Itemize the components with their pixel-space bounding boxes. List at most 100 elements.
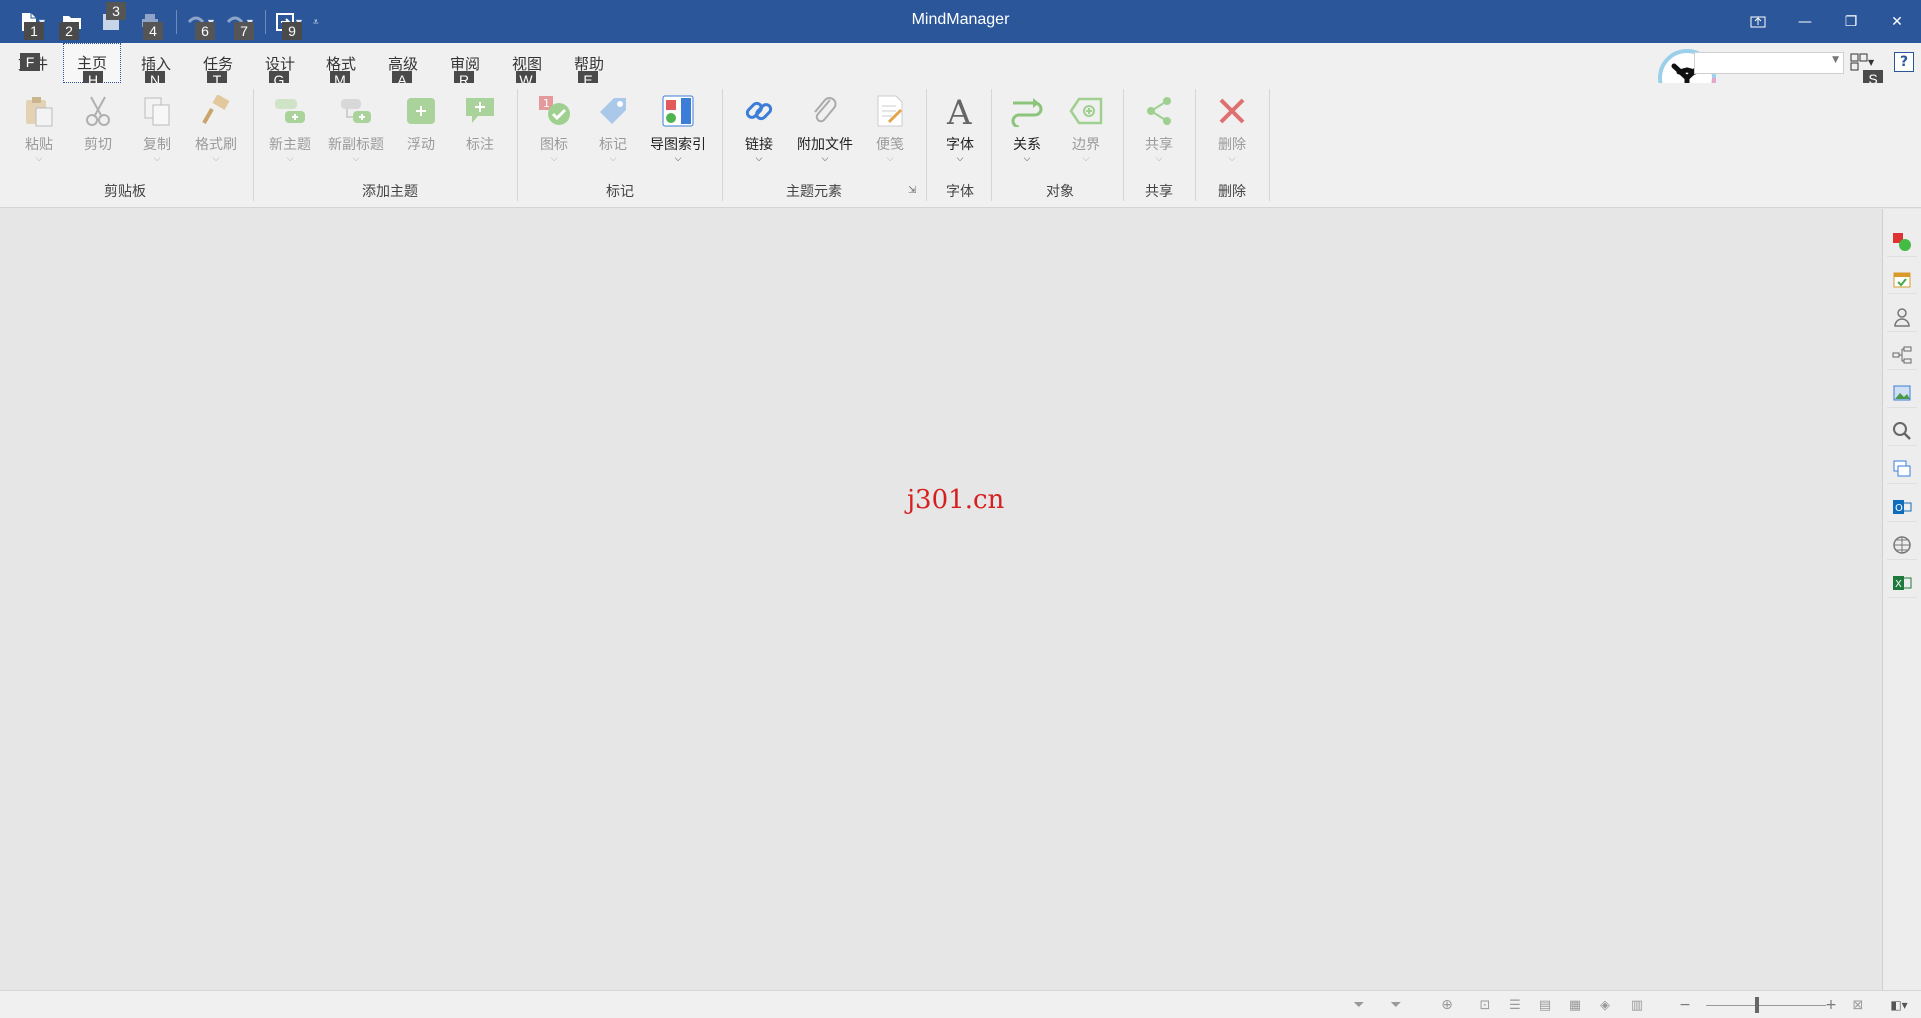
restore-button[interactable]: ❐	[1828, 0, 1874, 43]
group-label-delete: 删除	[1218, 184, 1246, 200]
new-subtopic-button[interactable]: 新副标题 ⌵	[326, 91, 386, 164]
open-button[interactable]: 2	[57, 8, 87, 40]
globe-icon	[1893, 535, 1911, 554]
slides-view-button[interactable]: ▥	[1627, 996, 1647, 1014]
print-button[interactable]: 4	[135, 8, 165, 40]
customize-qat-icon[interactable]: ⩡	[313, 17, 319, 28]
link-label: 链接	[745, 137, 773, 153]
filter-options-icon: ⏷	[1390, 997, 1402, 1013]
chevron-down-icon: ⌵	[352, 154, 360, 164]
callout-button[interactable]: 标注	[452, 91, 508, 154]
tag-view-button[interactable]: ◈	[1595, 996, 1615, 1014]
new-document-button[interactable]: ▼ 1	[18, 8, 48, 40]
fit-map-button[interactable]: ⊡	[1475, 996, 1495, 1014]
map-canvas[interactable]: j301.cn	[0, 209, 1882, 990]
excel-icon: X	[1893, 575, 1912, 590]
copy-button[interactable]: 复制 ⌵	[129, 91, 185, 164]
redo-button[interactable]: ▼ 7	[224, 8, 254, 40]
chevron-down-icon: ⌵	[153, 154, 161, 164]
group-label-topic-elements: 主题元素	[786, 184, 842, 200]
search-icon	[1893, 421, 1911, 440]
schedule-view-button[interactable]: ▦	[1565, 996, 1585, 1014]
paste-button[interactable]: 粘贴 ⌵	[11, 91, 67, 164]
map-index-icon	[662, 95, 694, 127]
task-pane-calendar-button[interactable]	[1887, 264, 1917, 294]
cut-button[interactable]: 剪切	[70, 91, 126, 154]
callout-icon	[466, 98, 494, 123]
icons-button[interactable]: 1 图标 ⌵	[526, 91, 582, 164]
gantt-view-button[interactable]: ▤	[1535, 996, 1555, 1014]
undo-button[interactable]: ▼ 6	[185, 8, 215, 40]
task-pane-markers-button[interactable]	[1887, 227, 1917, 257]
filter-button[interactable]: ⏷	[1349, 996, 1369, 1014]
paste-icon	[26, 97, 53, 127]
send-button[interactable]: ▼ 9	[274, 8, 304, 40]
zoom-in-button[interactable]: +	[1821, 996, 1841, 1014]
new-topic-button[interactable]: 新主题 ⌵	[262, 91, 318, 164]
chevron-down-icon: ⌵	[1228, 154, 1236, 164]
font-button[interactable]: A 字体 ⌵	[932, 91, 988, 164]
layout-options-button[interactable]: ▼ S	[1850, 52, 1883, 88]
task-pane-resources-button[interactable]	[1887, 302, 1917, 332]
zoom-out-button[interactable]: −	[1675, 996, 1695, 1014]
outline-view-button[interactable]: ☰	[1505, 996, 1525, 1014]
ribbon-tabs: 文件 主页 插入 任务 设计 格式 高级 审阅 视图 帮助 F H N T G …	[0, 43, 1921, 89]
close-button[interactable]: ✕	[1874, 0, 1920, 43]
group-separator	[991, 89, 992, 201]
notes-button[interactable]: 便笺 ⌵	[862, 91, 918, 164]
group-separator	[926, 89, 927, 201]
group-label-add-topic: 添加主题	[362, 184, 418, 200]
filter-options-button[interactable]: ⏷	[1386, 996, 1406, 1014]
ribbon-display-button[interactable]	[1735, 0, 1781, 43]
zoom-slider-thumb[interactable]	[1755, 997, 1759, 1013]
fit-page-icon: ⊠	[1852, 997, 1864, 1013]
chevron-down-icon: ▼	[1832, 55, 1839, 65]
tags-button[interactable]: 标记 ⌵	[585, 91, 641, 164]
restore-icon: ❐	[1844, 13, 1858, 30]
search-combo[interactable]: ▼	[1694, 52, 1844, 74]
group-separator	[1195, 89, 1196, 201]
minimize-button[interactable]: —	[1782, 0, 1828, 43]
task-pane-outlook-button[interactable]: O	[1887, 492, 1917, 522]
svg-text:A: A	[946, 94, 972, 128]
balance-map-button[interactable]: ⊕	[1437, 996, 1457, 1014]
zoom-slider-track[interactable]	[1706, 1005, 1826, 1006]
fit-page-button[interactable]: ⊠	[1848, 996, 1868, 1014]
help-icon: ?	[1899, 54, 1909, 70]
keytip: F	[20, 53, 40, 71]
task-pane-search-button[interactable]	[1887, 416, 1917, 446]
floating-topic-icon	[407, 98, 435, 124]
share-label: 共享	[1145, 137, 1173, 153]
relationship-button[interactable]: 关系 ⌵	[999, 91, 1055, 164]
help-button[interactable]: ?	[1894, 52, 1914, 72]
dialog-launcher-icon[interactable]: ⇲	[908, 185, 916, 196]
toolbar-separator	[176, 10, 177, 34]
keytip: 7	[234, 22, 254, 40]
attach-file-button[interactable]: 附加文件 ⌵	[792, 91, 858, 164]
map-index-button[interactable]: 导图索引 ⌵	[646, 91, 710, 164]
task-pane-library-button[interactable]	[1887, 378, 1917, 408]
save-button[interactable]: 3	[96, 2, 126, 36]
task-pane-toggle-button[interactable]: ◧▾	[1884, 996, 1914, 1014]
outline-icon: ☰	[1509, 997, 1521, 1013]
person-icon	[1894, 307, 1910, 327]
link-button[interactable]: 链接 ⌵	[731, 91, 787, 164]
minimize-icon: —	[1798, 13, 1812, 30]
task-pane-web-button[interactable]	[1887, 530, 1917, 560]
font-icon: A	[946, 94, 972, 128]
map-index-label: 导图索引	[650, 137, 706, 153]
keytip: 4	[143, 22, 163, 40]
copy-label: 复制	[143, 137, 171, 153]
share-button[interactable]: 共享 ⌵	[1131, 91, 1187, 164]
delete-button[interactable]: 删除 ⌵	[1204, 91, 1260, 164]
new-subtopic-icon	[341, 99, 371, 123]
boundary-button[interactable]: 边界 ⌵	[1058, 91, 1114, 164]
floating-topic-button[interactable]: 浮动	[393, 91, 449, 154]
task-pane-browser-button[interactable]	[1887, 454, 1917, 484]
link-icon	[745, 101, 773, 121]
chevron-down-icon: ⌵	[956, 154, 964, 164]
task-pane-map-parts-button[interactable]	[1887, 340, 1917, 370]
task-pane-excel-button[interactable]: X	[1887, 568, 1917, 598]
format-painter-button[interactable]: 格式刷 ⌵	[188, 91, 244, 164]
icons-label: 图标	[540, 137, 568, 153]
